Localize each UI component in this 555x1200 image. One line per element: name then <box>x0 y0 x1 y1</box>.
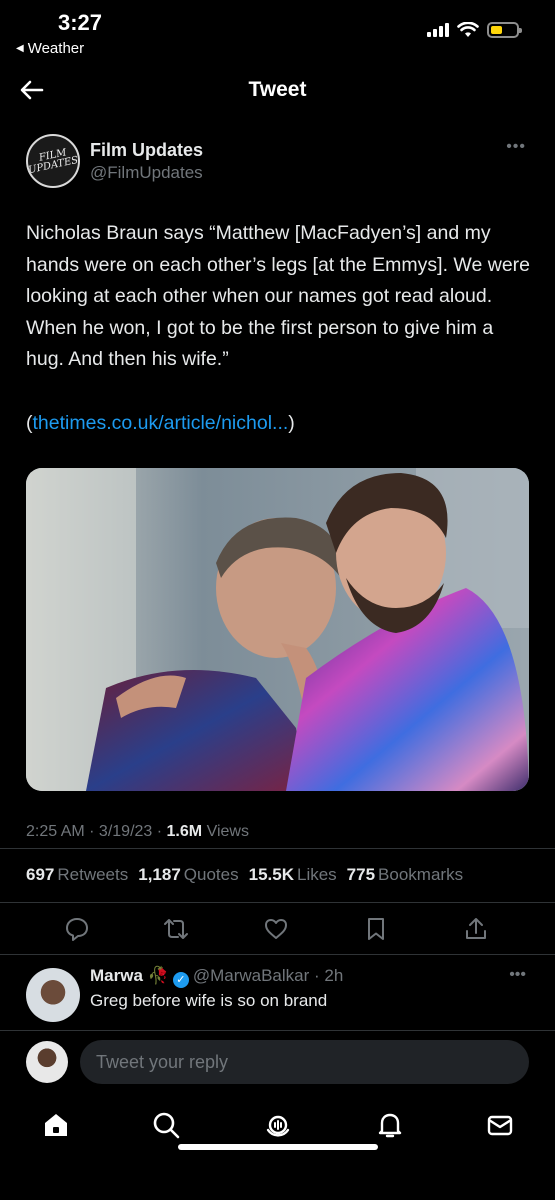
views-label: Views <box>206 822 249 840</box>
link-close-paren: ) <box>288 411 295 434</box>
wifi-icon <box>457 22 479 37</box>
bottom-tab-bar <box>0 1100 555 1160</box>
reply-tweet[interactable]: Marwa 🥀 ✓ @MarwaBalkar · 2h ••• Greg befor… <box>26 962 530 1028</box>
search-icon[interactable] <box>149 1108 183 1142</box>
photo-illustration <box>26 467 529 791</box>
back-triangle-icon: ◀ <box>16 43 24 54</box>
header: Tweet <box>0 64 555 116</box>
author-name[interactable]: Film Updates <box>90 140 203 161</box>
tweet-text: Nicholas Braun says “Matthew [MacFadyen’… <box>26 222 531 370</box>
reply-input[interactable] <box>80 1040 529 1084</box>
status-bar: 3:27 ◀ Weather <box>0 0 555 64</box>
tweet-date: 3/19/23 <box>98 822 153 840</box>
back-to-app-link[interactable]: ◀ Weather <box>16 40 84 57</box>
reply-time: 2h <box>324 966 344 985</box>
tweet-time: 2:25 AM <box>26 822 85 840</box>
stat-count: 775 <box>346 865 376 884</box>
current-user-avatar[interactable] <box>26 1041 68 1083</box>
home-indicator[interactable] <box>178 1144 378 1150</box>
rose-emoji-icon: 🥀 <box>147 966 169 985</box>
stat-count: 697 <box>26 865 55 884</box>
divider <box>0 848 555 849</box>
reply-avatar[interactable] <box>26 968 80 1022</box>
reply-compose-bar <box>0 1030 555 1090</box>
views-count: 1.6M <box>166 822 203 840</box>
more-dots-icon[interactable]: ••• <box>506 138 526 156</box>
notifications-icon[interactable] <box>373 1108 407 1142</box>
messages-icon[interactable] <box>483 1108 517 1142</box>
divider <box>0 954 555 955</box>
stat-retweets[interactable]: 697 Retweets <box>26 865 128 885</box>
reply-author-name[interactable]: Marwa <box>90 966 143 985</box>
stat-label: Quotes <box>183 865 239 884</box>
home-icon[interactable] <box>39 1108 73 1142</box>
stat-bookmarks[interactable]: 775 Bookmarks <box>347 865 463 885</box>
signal-icon <box>427 23 449 37</box>
reply-text: Greg before wife is so on brand <box>90 991 328 1010</box>
spaces-icon[interactable] <box>261 1108 295 1142</box>
tweet-author-row: FILM UPDATES Film Updates @FilmUpdates •… <box>26 132 530 190</box>
status-icons <box>427 22 522 38</box>
tweet-actions <box>0 908 555 948</box>
tweet: FILM UPDATES Film Updates @FilmUpdates •… <box>26 132 530 841</box>
article-link[interactable]: thetimes.co.uk/article/nichol... <box>33 412 289 434</box>
tweet-meta: 2:25 AM · 3/19/23 · 1.6M Views <box>26 822 249 840</box>
bookmark-icon[interactable] <box>361 914 391 944</box>
stat-label: Likes <box>296 865 337 884</box>
verified-badge-icon: ✓ <box>172 972 189 988</box>
stat-quotes[interactable]: 1,187 Quotes <box>138 865 238 885</box>
divider <box>0 902 555 903</box>
battery-icon <box>487 22 522 38</box>
like-icon[interactable] <box>261 914 291 944</box>
share-icon[interactable] <box>461 914 491 944</box>
back-app-label: Weather <box>27 40 85 57</box>
tweet-photo[interactable] <box>26 467 529 791</box>
author-avatar[interactable]: FILM UPDATES <box>26 134 80 188</box>
reply-icon[interactable] <box>62 914 92 944</box>
tweet-link-line: (thetimes.co.uk/article/nichol...) <box>26 408 530 438</box>
more-dots-icon[interactable]: ••• <box>509 966 526 984</box>
reply-header: Marwa 🥀 ✓ @MarwaBalkar · 2h <box>90 966 344 988</box>
reply-handle[interactable]: @MarwaBalkar <box>193 966 309 985</box>
author-handle[interactable]: @FilmUpdates <box>90 163 203 183</box>
tweet-stats: 697 Retweets 1,187 Quotes 15.5K Likes 775 Bo… <box>26 865 463 885</box>
retweet-icon[interactable] <box>161 914 191 944</box>
stat-likes[interactable]: 15.5K Likes <box>249 865 337 885</box>
page-title: Tweet <box>248 78 307 101</box>
stat-label: Retweets <box>57 865 129 884</box>
avatar-logo-line2: UPDATES <box>26 154 79 177</box>
stat-count: 15.5K <box>248 865 294 884</box>
stat-count: 1,187 <box>138 865 181 884</box>
stat-label: Bookmarks <box>378 865 464 884</box>
status-time: 3:27 <box>58 10 103 35</box>
